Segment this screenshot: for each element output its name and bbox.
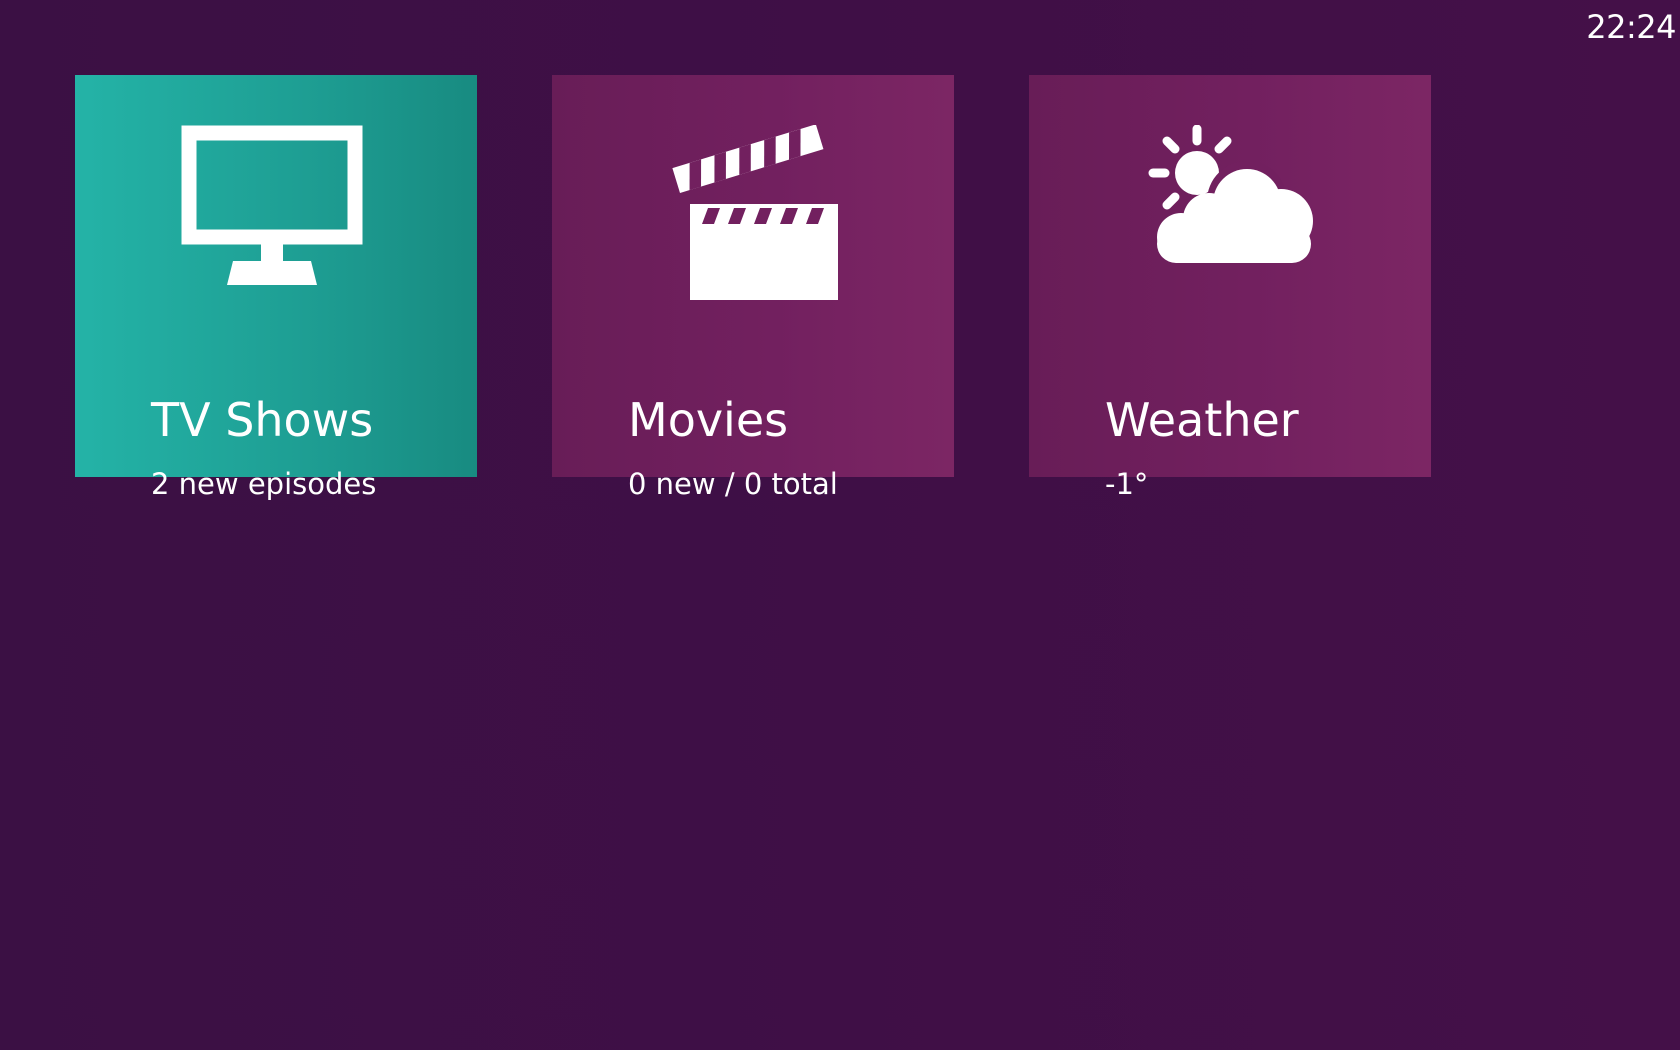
tile-subtitle: 2 new episodes [151, 467, 377, 501]
tv-icon [75, 125, 477, 325]
tile-subtitle: -1° [1105, 467, 1149, 501]
clock: 22:24 [1586, 8, 1676, 46]
clapperboard-icon [552, 125, 954, 325]
tile-grid: TV Shows 2 new episodes Movies 0 new / 0… [75, 75, 1431, 501]
tile-title: TV Shows [151, 393, 374, 447]
tile-movies[interactable]: Movies 0 new / 0 total [552, 75, 954, 501]
tile-tv-shows[interactable]: TV Shows 2 new episodes [75, 75, 477, 501]
tile-weather[interactable]: Weather -1° [1029, 75, 1431, 501]
partly-cloudy-icon [1029, 125, 1431, 325]
tile-subtitle: 0 new / 0 total [628, 467, 838, 501]
tile-title: Movies [628, 393, 789, 447]
tile-title: Weather [1105, 393, 1299, 447]
